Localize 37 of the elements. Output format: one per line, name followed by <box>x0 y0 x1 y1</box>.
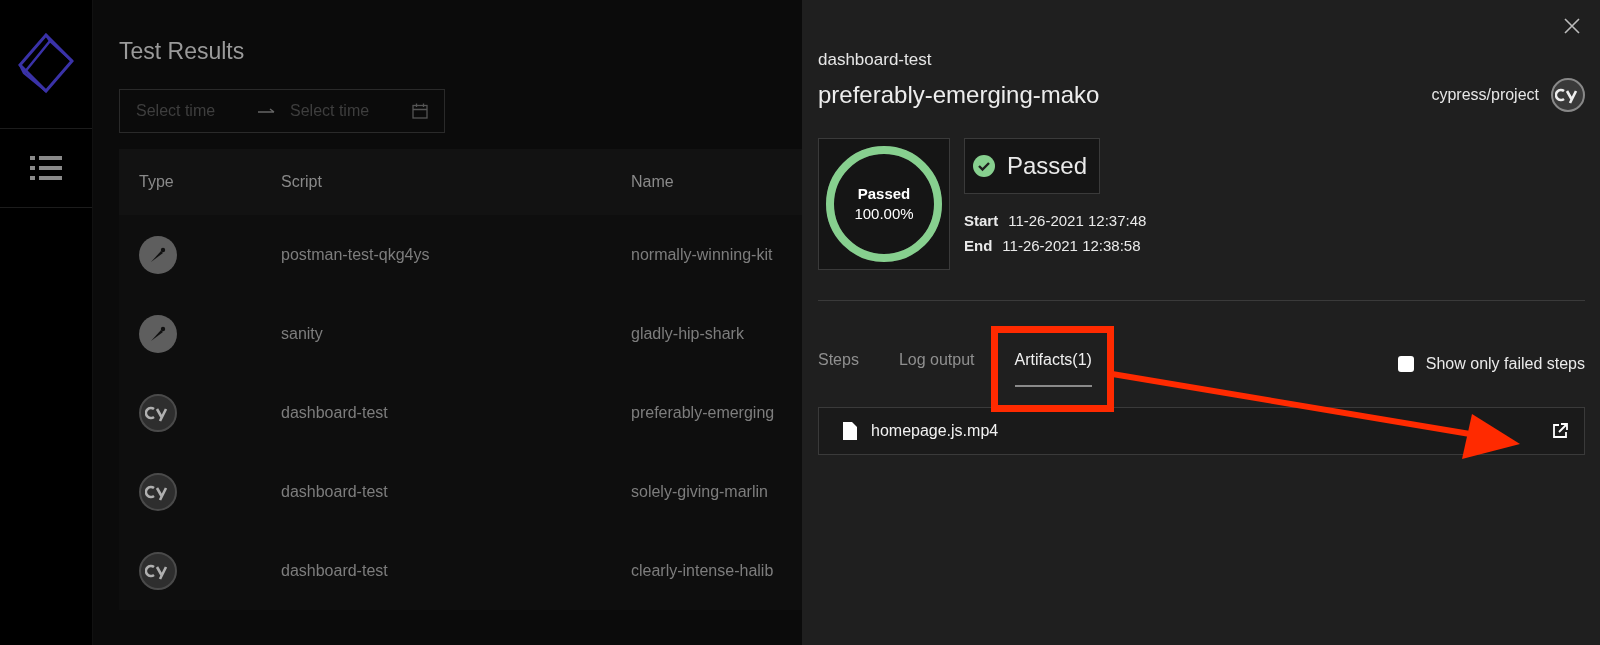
result-label: Passed <box>857 184 911 204</box>
table-cell-text: solely-giving-marlin <box>631 482 769 501</box>
column-header: Script <box>281 173 323 191</box>
file-icon <box>843 422 857 440</box>
open-external-button[interactable] <box>1552 423 1568 439</box>
table-cell-text: sanity <box>281 324 324 343</box>
tab[interactable]: Log output <box>898 341 975 387</box>
table-cell-text: dashboard-test <box>281 561 389 580</box>
checkbox[interactable] <box>1397 356 1414 372</box>
result-percent: 100.00% <box>854 204 914 224</box>
close-icon <box>1564 18 1580 34</box>
time-value: 11-26-2021 12:37:48 <box>1008 212 1147 229</box>
column-header: Name <box>631 173 675 191</box>
table-cell-text: postman-test-qkg4ys <box>281 245 431 264</box>
project-name: cypress/project <box>1431 86 1539 104</box>
page-title: Test Results <box>119 38 246 65</box>
table-cell-text: dashboard-test <box>281 482 389 501</box>
time-label: Start <box>964 212 999 229</box>
table-cell-text: clearly-intense-halib <box>631 561 775 580</box>
column-header: Type <box>139 173 175 191</box>
table-cell-text: gladly-hip-shark <box>631 324 745 343</box>
table-cell-text: dashboard-test <box>281 403 389 422</box>
tab[interactable]: Artifacts(1) <box>1014 341 1092 387</box>
artifact-row[interactable]: homepage.js.mp4 <box>818 407 1585 455</box>
list-icon[interactable] <box>30 155 62 181</box>
time-label: End <box>964 237 993 254</box>
status-badge: Passed <box>964 138 1101 194</box>
check-circle-icon <box>973 155 995 177</box>
time-value: 11-26-2021 12:38:58 <box>1002 237 1141 254</box>
run-name: preferably-emerging-mako <box>818 81 1100 109</box>
external-link-icon <box>1552 423 1568 439</box>
script-name: dashboard-test <box>818 50 933 70</box>
arrow-right-icon <box>258 107 276 115</box>
table-cell-text: normally-winning-kit <box>631 245 774 264</box>
table-cell-text: preferably-emerging <box>631 403 776 422</box>
calendar-icon <box>412 103 428 119</box>
tab[interactable]: Steps <box>818 341 859 387</box>
